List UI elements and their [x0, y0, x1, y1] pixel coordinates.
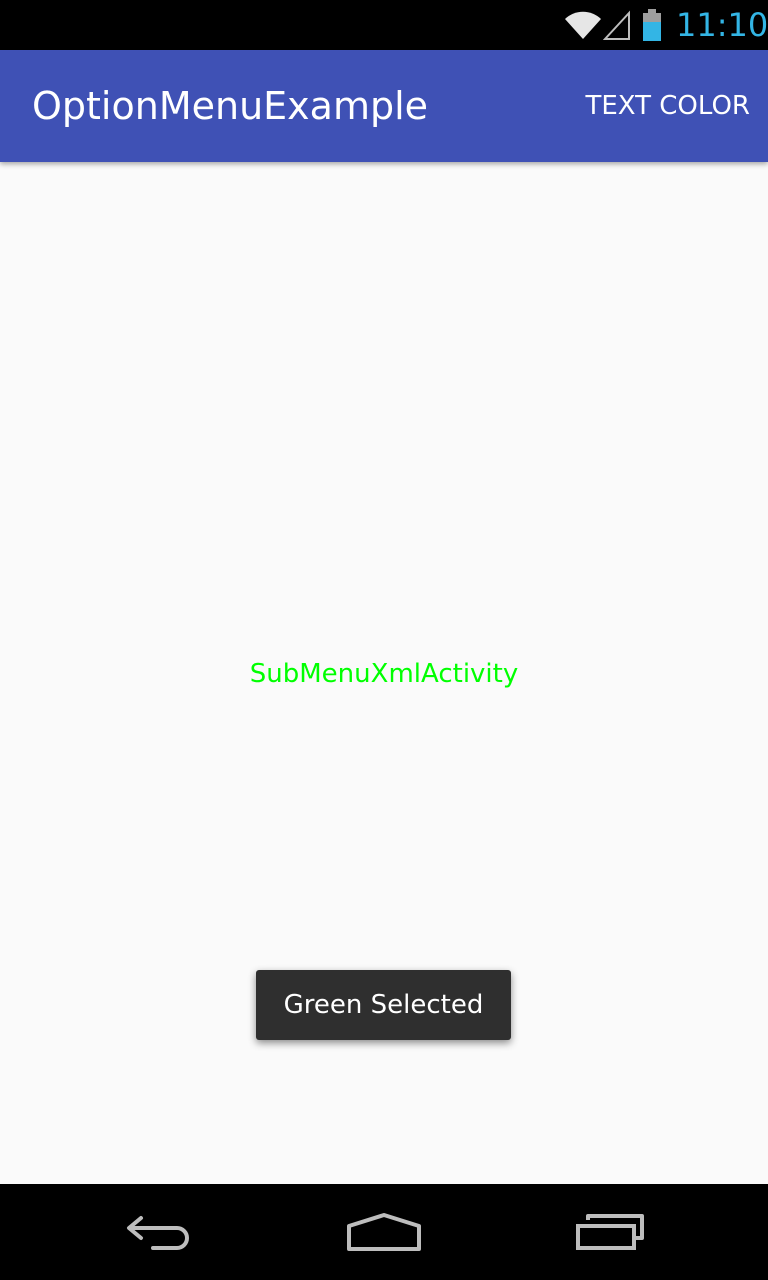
home-button[interactable]	[324, 1184, 444, 1280]
app-screen: 11:10 OptionMenuExample TEXT COLOR SubMe…	[0, 0, 768, 1280]
back-icon	[127, 1216, 189, 1250]
toast: Green Selected	[256, 970, 511, 1040]
battery-icon	[640, 0, 664, 50]
text-color-menu-button[interactable]: TEXT COLOR	[583, 50, 752, 162]
status-clock: 11:10	[676, 6, 768, 44]
navigation-bar	[0, 1184, 768, 1280]
app-bar: OptionMenuExample TEXT COLOR	[0, 50, 768, 162]
home-icon	[347, 1213, 421, 1251]
recents-icon	[576, 1214, 644, 1250]
wifi-icon	[562, 0, 604, 50]
recents-button[interactable]	[550, 1184, 670, 1280]
signal-icon	[602, 0, 632, 50]
toast-message: Green Selected	[283, 990, 484, 1020]
app-title: OptionMenuExample	[32, 84, 429, 128]
status-bar: 11:10	[0, 0, 768, 50]
activity-label: SubMenuXmlActivity	[249, 659, 519, 689]
back-button[interactable]	[100, 1184, 220, 1280]
